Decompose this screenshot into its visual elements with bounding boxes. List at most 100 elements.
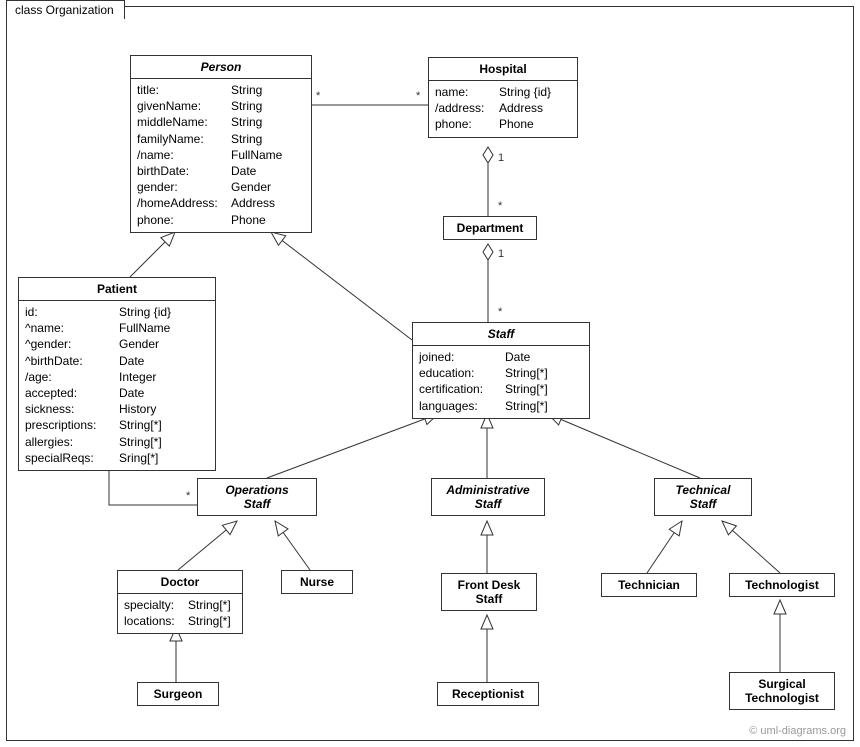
class-tech-staff: Technical Staff [654, 478, 752, 516]
attribute-type: Phone [231, 212, 305, 228]
attribute-type: String [231, 82, 305, 98]
attribute-type: Address [231, 195, 305, 211]
class-surgtech-title: Surgical Technologist [730, 673, 834, 709]
attribute-name: accepted: [25, 385, 119, 401]
class-ops-staff-title: Operations Staff [198, 479, 316, 515]
attribute-name: title: [137, 82, 231, 98]
class-person: Person title:StringgivenName:Stringmiddl… [130, 55, 312, 233]
class-doctor: Doctor specialty:String[*]locations:Stri… [117, 570, 243, 634]
attribute-name: locations: [124, 613, 188, 629]
attribute-row: middleName:String [137, 114, 305, 130]
attribute-type: String[*] [119, 417, 209, 433]
attribute-row: joined:Date [419, 349, 583, 365]
mult-hospital-side: * [416, 90, 420, 102]
attribute-name: id: [25, 304, 119, 320]
attribute-name: ^birthDate: [25, 353, 119, 369]
class-person-body: title:StringgivenName:StringmiddleName:S… [131, 79, 311, 232]
class-patient: Patient id:String {id}^name:FullName^gen… [18, 277, 216, 471]
class-technician: Technician [601, 573, 697, 597]
attribute-row: certification:String[*] [419, 381, 583, 397]
attribute-name: /homeAddress: [137, 195, 231, 211]
attribute-type: String[*] [188, 613, 236, 629]
attribute-row: ^name:FullName [25, 320, 209, 336]
class-department: Department [443, 216, 537, 240]
attribute-row: /age:Integer [25, 369, 209, 385]
attribute-row: specialReqs:Sring[*] [25, 450, 209, 466]
attribute-type: String {id} [119, 304, 209, 320]
watermark: © uml-diagrams.org [749, 725, 846, 737]
mult-dept-staff-star: * [498, 306, 502, 318]
attribute-row: phone:Phone [137, 212, 305, 228]
attribute-type: String[*] [505, 398, 583, 414]
attribute-row: gender:Gender [137, 179, 305, 195]
attribute-name: languages: [419, 398, 505, 414]
attribute-row: allergies:String[*] [25, 434, 209, 450]
mult-person-side: * [316, 90, 320, 102]
attribute-row: ^gender:Gender [25, 336, 209, 352]
attribute-name: givenName: [137, 98, 231, 114]
attribute-type: Gender [231, 179, 305, 195]
class-receptionist: Receptionist [437, 682, 539, 706]
attribute-row: locations:String[*] [124, 613, 236, 629]
class-hospital-title: Hospital [429, 58, 577, 81]
attribute-name: allergies: [25, 434, 119, 450]
attribute-row: languages:String[*] [419, 398, 583, 414]
class-department-title: Department [444, 217, 536, 239]
mult-ops-side: * [186, 490, 190, 502]
attribute-name: prescriptions: [25, 417, 119, 433]
attribute-name: birthDate: [137, 163, 231, 179]
attribute-type: Date [119, 385, 209, 401]
mult-hosp-dept-1: 1 [498, 152, 504, 164]
frame-label: class Organization [6, 0, 125, 19]
class-nurse: Nurse [281, 570, 353, 594]
class-hospital: Hospital name:String {id}/address:Addres… [428, 57, 578, 138]
attribute-row: phone:Phone [435, 116, 571, 132]
class-tech-staff-title: Technical Staff [655, 479, 751, 515]
attribute-name: phone: [137, 212, 231, 228]
attribute-type: String [231, 98, 305, 114]
class-surgeon-title: Surgeon [138, 683, 218, 705]
attribute-name: /address: [435, 100, 499, 116]
attribute-name: middleName: [137, 114, 231, 130]
attribute-name: specialReqs: [25, 450, 119, 466]
attribute-type: Phone [499, 116, 571, 132]
attribute-type: FullName [231, 147, 305, 163]
attribute-type: String [231, 131, 305, 147]
class-patient-title: Patient [19, 278, 215, 301]
attribute-name: education: [419, 365, 505, 381]
attribute-row: /name:FullName [137, 147, 305, 163]
attribute-row: /homeAddress:Address [137, 195, 305, 211]
attribute-row: sickness:History [25, 401, 209, 417]
attribute-row: familyName:String [137, 131, 305, 147]
class-staff-title: Staff [413, 323, 589, 346]
class-technician-title: Technician [602, 574, 696, 596]
attribute-type: String[*] [188, 597, 236, 613]
class-technologist: Technologist [729, 573, 835, 597]
attribute-type: Integer [119, 369, 209, 385]
attribute-type: FullName [119, 320, 209, 336]
attribute-type: History [119, 401, 209, 417]
mult-hosp-dept-star: * [498, 200, 502, 212]
class-staff: Staff joined:Dateeducation: String[*]cert… [412, 322, 590, 419]
attribute-name: ^gender: [25, 336, 119, 352]
attribute-type: Date [231, 163, 305, 179]
attribute-name: /age: [25, 369, 119, 385]
class-doctor-body: specialty:String[*]locations:String[*] [118, 594, 242, 633]
attribute-name: ^name: [25, 320, 119, 336]
class-frontdesk: Front Desk Staff [441, 573, 537, 611]
class-hospital-body: name:String {id}/address:Addressphone:Ph… [429, 81, 577, 137]
attribute-row: birthDate:Date [137, 163, 305, 179]
attribute-row: id:String {id} [25, 304, 209, 320]
attribute-row: name:String {id} [435, 84, 571, 100]
attribute-type: Sring[*] [119, 450, 209, 466]
attribute-row: prescriptions:String[*] [25, 417, 209, 433]
attribute-type: String[*] [119, 434, 209, 450]
class-staff-body: joined:Dateeducation: String[*]certificat… [413, 346, 589, 418]
attribute-row: specialty:String[*] [124, 597, 236, 613]
class-surgtech: Surgical Technologist [729, 672, 835, 710]
attribute-name: familyName: [137, 131, 231, 147]
attribute-row: givenName:String [137, 98, 305, 114]
class-doctor-title: Doctor [118, 571, 242, 594]
attribute-name: phone: [435, 116, 499, 132]
class-patient-body: id:String {id}^name:FullName^gender:Gend… [19, 301, 215, 470]
